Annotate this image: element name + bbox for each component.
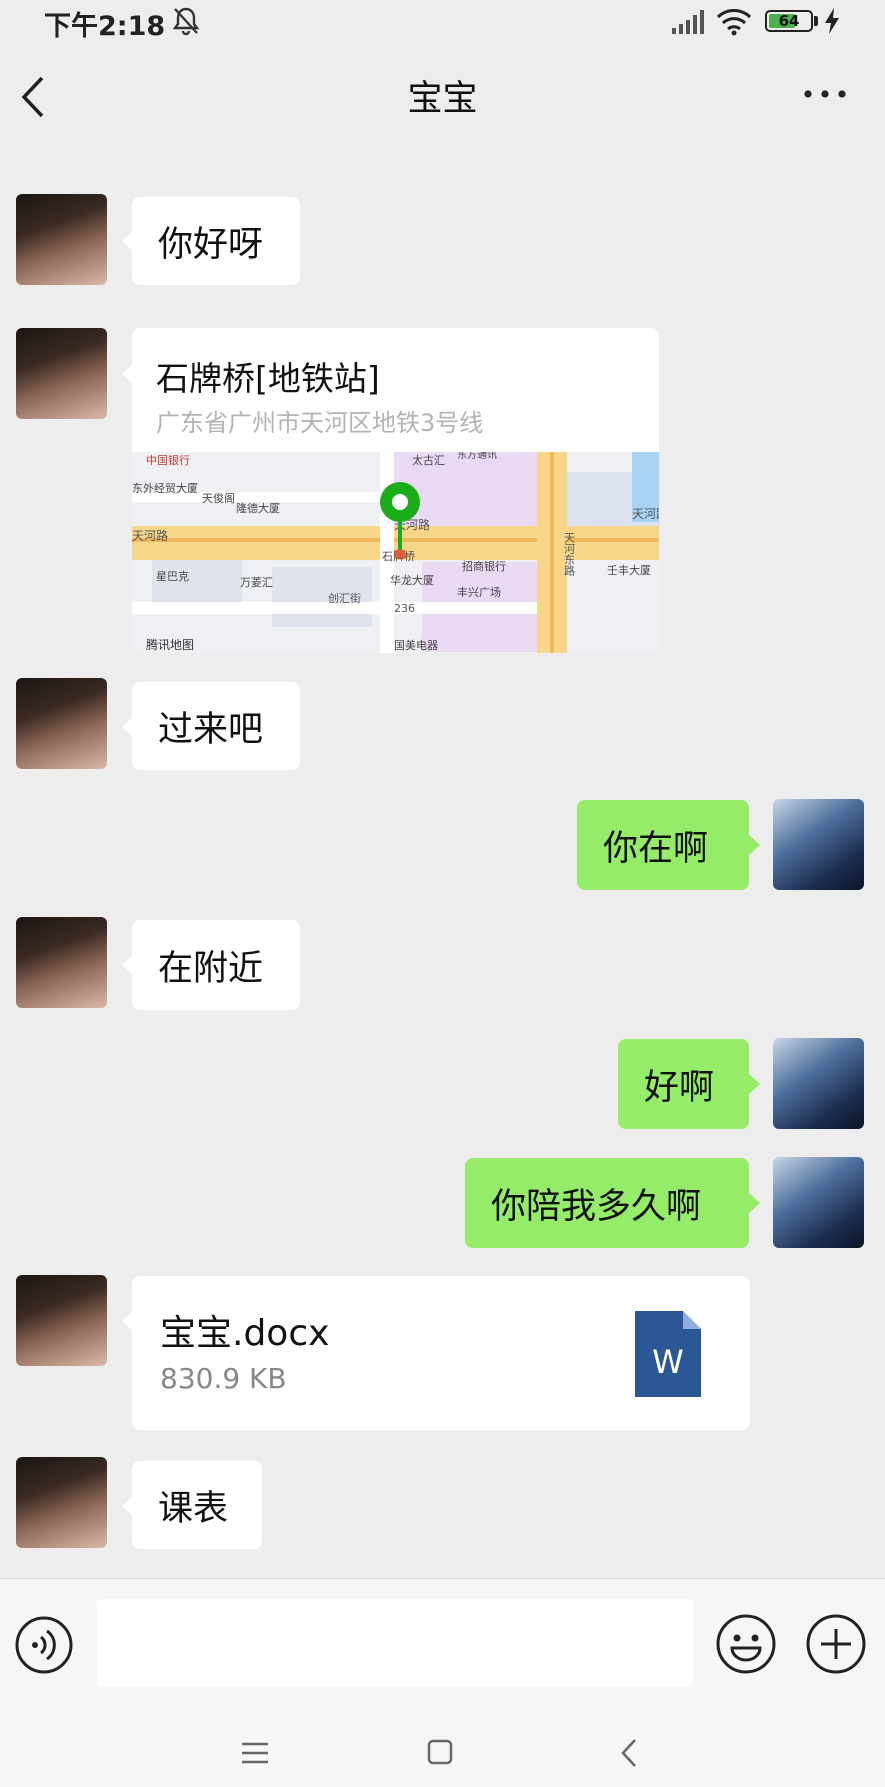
map-label: 东方通讯: [457, 452, 497, 461]
avatar-contact[interactable]: [16, 917, 107, 1008]
message-bubble-mine[interactable]: 好啊: [618, 1039, 749, 1129]
more-icon[interactable]: [800, 84, 850, 104]
map-label: 天河东路: [563, 532, 576, 577]
map-label: 中国银行: [146, 453, 190, 467]
word-document-icon: W: [635, 1311, 701, 1397]
bubble-tail: [749, 1074, 760, 1094]
map-label: 丰兴广场: [457, 585, 501, 599]
word-icon-letter: W: [652, 1343, 684, 1381]
bubble-tail: [749, 1193, 760, 1213]
file-name: 宝宝.docx: [160, 1313, 330, 1354]
map-label: 创汇街: [328, 591, 361, 605]
map-label: 隆德大厦: [236, 501, 280, 515]
message-text: 你好呀: [158, 224, 264, 265]
map-preview[interactable]: 中国银行 太古汇 东方通讯 东外经贸大厦 天俊阁 隆德大厦 天河路 天河路 天河…: [132, 452, 659, 653]
chat-title: 宝宝: [407, 79, 478, 119]
message-text: 你在啊: [603, 828, 709, 869]
location-address: 广东省广州市天河区地铁3号线: [156, 409, 484, 437]
system-back-icon[interactable]: [620, 1738, 638, 1768]
message-bubble[interactable]: 在附近: [132, 920, 300, 1010]
map-label: 太古汇: [412, 454, 445, 467]
message-text: 好啊: [644, 1067, 715, 1108]
map-label: 天俊阁: [202, 491, 235, 505]
bell-mute-icon: [172, 7, 200, 36]
map-label: 东外经贸大厦: [132, 481, 198, 495]
map-label: 天河路: [132, 528, 168, 543]
map-label: 星巴克: [156, 570, 189, 583]
plus-icon[interactable]: [805, 1613, 867, 1675]
emoji-icon[interactable]: [715, 1613, 777, 1675]
charging-bolt-icon: [825, 8, 839, 34]
map-label: 国美电器: [394, 639, 438, 652]
map-label: 壬丰大厦: [607, 563, 651, 577]
battery-indicator: 64: [765, 10, 813, 32]
location-card[interactable]: 石牌桥[地铁站] 广东省广州市天河区地铁3号线 中国银行 太古汇 东方通讯 东外…: [132, 328, 659, 653]
message-text: 过来吧: [158, 709, 264, 750]
home-square-icon[interactable]: [427, 1739, 453, 1765]
map-label: 236: [394, 602, 415, 615]
battery-level-text: 64: [778, 12, 800, 30]
status-time: 下午2:18: [44, 11, 166, 42]
avatar-contact[interactable]: [16, 328, 107, 419]
map-label: 华龙大厦: [390, 573, 434, 587]
map-label: 招商银行: [462, 559, 506, 573]
signal-icon: [672, 10, 704, 34]
message-text: 你陪我多久啊: [491, 1186, 702, 1227]
avatar-self[interactable]: [773, 799, 864, 890]
message-bubble-mine[interactable]: 你在啊: [577, 800, 749, 890]
status-bar: 下午2:18 64: [0, 0, 885, 45]
avatar-contact[interactable]: [16, 1275, 107, 1366]
message-bubble[interactable]: 你好呀: [132, 197, 300, 285]
message-input[interactable]: [97, 1599, 693, 1687]
message-bubble[interactable]: 课表: [132, 1461, 262, 1549]
system-navigation-bar: [0, 1706, 885, 1787]
avatar-self[interactable]: [773, 1157, 864, 1248]
message-text: 在附近: [158, 948, 264, 989]
message-bubble-mine[interactable]: 你陪我多久啊: [465, 1158, 749, 1248]
file-size: 830.9 KB: [160, 1362, 287, 1395]
chat-header: 宝宝: [0, 48, 885, 144]
avatar-contact[interactable]: [16, 1457, 107, 1548]
input-bar: [0, 1578, 885, 1707]
avatar-self[interactable]: [773, 1038, 864, 1129]
map-label: 腾讯地图: [146, 637, 194, 652]
map-label: 万菱汇: [240, 576, 273, 589]
wifi-icon: [716, 9, 752, 36]
recents-menu-icon[interactable]: [242, 1742, 268, 1764]
bubble-tail: [749, 835, 760, 855]
battery-tip: [814, 16, 818, 26]
message-bubble[interactable]: 过来吧: [132, 682, 300, 770]
file-card[interactable]: 宝宝.docx 830.9 KB W: [132, 1276, 750, 1430]
voice-icon[interactable]: [14, 1615, 74, 1675]
location-name: 石牌桥[地铁站]: [156, 359, 380, 398]
map-label: 天河路: [632, 506, 659, 521]
avatar-contact[interactable]: [16, 194, 107, 285]
avatar-contact[interactable]: [16, 678, 107, 769]
message-text: 课表: [158, 1488, 229, 1529]
